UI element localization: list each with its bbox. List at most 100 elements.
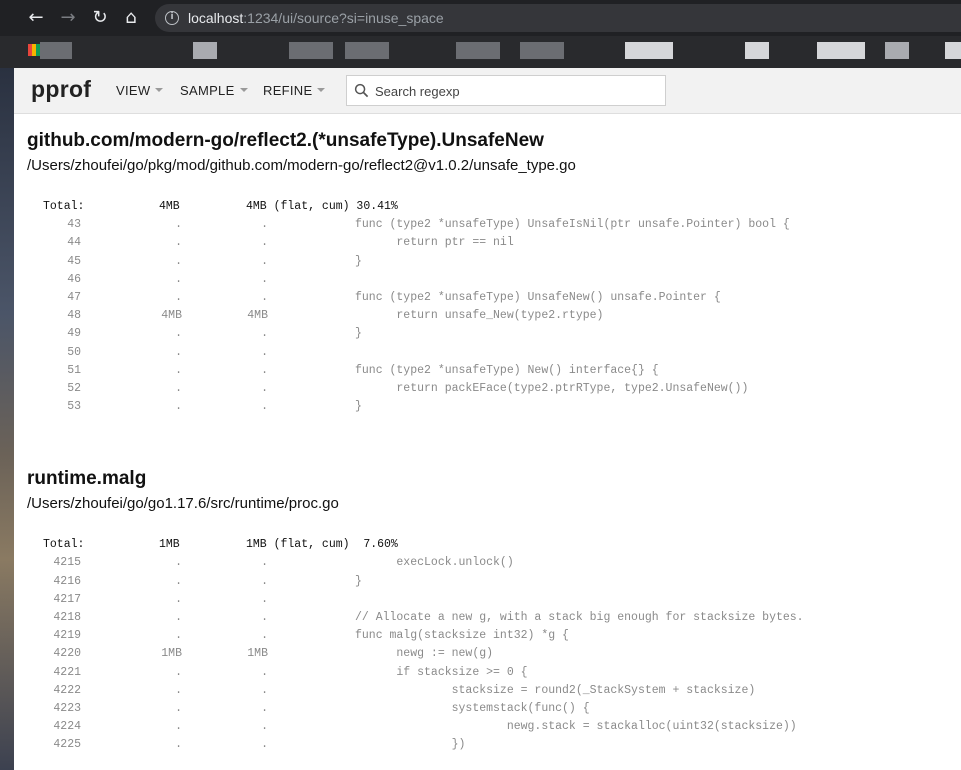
- pprof-logo[interactable]: pprof: [31, 76, 91, 103]
- cum-value: .: [261, 556, 268, 570]
- source-line-row[interactable]: 4216..}: [27, 573, 961, 591]
- source-code: return ptr == nil: [355, 236, 514, 250]
- total-row: Total: 4MB 4MB (flat, cum) 30.41%: [27, 198, 961, 216]
- caret-down-icon: [317, 87, 326, 92]
- pprof-header: pprof VIEW SAMPLE REFINE: [14, 68, 961, 114]
- cum-value: .: [261, 400, 268, 414]
- cum-value: .: [261, 272, 268, 286]
- back-arrow-icon[interactable]: ←: [24, 6, 48, 30]
- home-icon[interactable]: ⌂: [119, 6, 143, 30]
- source-line-row[interactable]: 51.. func (type2 *unsafeType) New() inter…: [27, 362, 961, 380]
- menu-view[interactable]: VIEW: [116, 83, 164, 98]
- cum-value: .: [261, 701, 268, 715]
- source-listing: github.com/modern-go/reflect2.(*unsafeTy…: [27, 114, 961, 755]
- cum-value: .: [261, 218, 268, 232]
- cum-value: .: [261, 327, 268, 341]
- bookmark-item[interactable]: [456, 42, 500, 59]
- source-line-row[interactable]: 4215.. execLock.unlock(): [27, 554, 961, 572]
- source-code: return unsafe_New(type2.rtype): [355, 309, 604, 323]
- bookmark-item[interactable]: [885, 42, 909, 59]
- total-row: Total: 1MB 1MB (flat, cum) 7.60%: [27, 536, 961, 554]
- cum-value: 4MB: [247, 309, 268, 323]
- bookmark-item[interactable]: [817, 42, 865, 59]
- cum-value: .: [261, 290, 268, 304]
- source-line-row[interactable]: 4220 1MB 1MB newg := new(g): [27, 645, 961, 663]
- bookmarks-bar: [0, 36, 961, 68]
- source-line-row[interactable]: 4223.. systemstack(func() {: [27, 700, 961, 718]
- source-code: }): [355, 738, 466, 752]
- source-code: func (type2 *unsafeType) New() interface…: [355, 363, 659, 377]
- bookmark-item[interactable]: [625, 42, 673, 59]
- total-label: Total:: [43, 200, 85, 213]
- menu-sample[interactable]: SAMPLE: [180, 83, 248, 98]
- total-label: Total:: [43, 538, 85, 552]
- cum-value: .: [261, 363, 268, 377]
- bookmark-item[interactable]: [945, 42, 961, 59]
- cum-value: .: [261, 236, 268, 250]
- function-section: runtime.malg /Users/zhoufei/go/go1.17.6/…: [27, 468, 961, 754]
- source-line-row[interactable]: 4225.. }): [27, 736, 961, 754]
- source-line-row[interactable]: 47.. func (type2 *unsafeType) UnsafeNew()…: [27, 289, 961, 307]
- source-line-row[interactable]: 45..}: [27, 253, 961, 271]
- source-file-path: /Users/zhoufei/go/go1.17.6/src/runtime/p…: [27, 495, 339, 513]
- cum-value: .: [261, 381, 268, 395]
- source-file-path: /Users/zhoufei/go/pkg/mod/github.com/mod…: [27, 157, 576, 174]
- function-title: runtime.malg: [27, 468, 147, 490]
- menu-refine[interactable]: REFINE: [263, 83, 326, 98]
- source-table: Total: 1MB 1MB (flat, cum) 7.60% 4215.. exe…: [27, 536, 961, 754]
- reload-icon[interactable]: ↻: [88, 6, 112, 30]
- total-flat: 1MB: [159, 538, 180, 552]
- source-table: Total: 4MB 4MB (flat, cum) 30.41% 43.. func …: [27, 198, 961, 416]
- source-line-row[interactable]: 43.. func (type2 *unsafeType) UnsafeIsNil…: [27, 216, 961, 234]
- cum-value: .: [261, 345, 268, 359]
- source-line-row[interactable]: 4222.. stacksize = round2(_StackSystem +…: [27, 682, 961, 700]
- cum-value: .: [261, 629, 268, 643]
- cum-value: .: [261, 665, 268, 679]
- bookmark-item[interactable]: [745, 42, 769, 59]
- address-bar[interactable]: i localhost:1234/ui/source?si=inuse_spac…: [155, 4, 961, 32]
- source-line-row[interactable]: 4218..// Allocate a new g, with a stack …: [27, 609, 961, 627]
- total-cum: 4MB (flat, cum) 30.41%: [246, 200, 398, 213]
- browser-toolbar: ← → ↻ ⌂ i localhost:1234/ui/source?si=in…: [0, 0, 961, 36]
- cum-value: .: [261, 254, 268, 268]
- search-input[interactable]: [375, 82, 655, 100]
- source-code: // Allocate a new g, with a stack big en…: [355, 611, 804, 624]
- bookmark-item[interactable]: [345, 42, 389, 59]
- desktop-background: [0, 68, 14, 770]
- source-line-row[interactable]: 46..: [27, 271, 961, 289]
- bookmark-item[interactable]: [520, 42, 564, 59]
- function-section: github.com/modern-go/reflect2.(*unsafeTy…: [27, 130, 961, 416]
- caret-down-icon: [239, 87, 248, 92]
- source-line-row[interactable]: 4217..: [27, 591, 961, 609]
- source-code: }: [355, 574, 362, 588]
- source-line-row[interactable]: 4219.. func malg(stacksize int32) *g {: [27, 627, 961, 645]
- site-info-icon[interactable]: i: [165, 11, 179, 25]
- source-line-row[interactable]: 48 4MB 4MB return unsafe_New(type2.rtype): [27, 307, 961, 325]
- source-code: func (type2 *unsafeType) UnsafeNew() uns…: [355, 290, 721, 304]
- total-cum: 1MB (flat, cum) 7.60%: [246, 538, 398, 552]
- menu-sample-label: SAMPLE: [180, 83, 235, 98]
- source-code: if stacksize >= 0 {: [355, 665, 528, 679]
- bookmark-item[interactable]: [193, 42, 217, 59]
- cum-value: .: [261, 574, 268, 588]
- bookmark-item[interactable]: [289, 42, 333, 59]
- menu-view-label: VIEW: [116, 83, 151, 98]
- apps-icon[interactable]: [28, 44, 40, 56]
- forward-arrow-icon[interactable]: →: [56, 6, 80, 30]
- source-line-row[interactable]: 4224.. newg.stack = stackalloc(uint32(st…: [27, 718, 961, 736]
- source-code: }: [355, 400, 362, 414]
- source-code: return packEFace(type2.ptrRType, type2.U…: [355, 381, 749, 395]
- source-code: stacksize = round2(_StackSystem + stacks…: [355, 683, 756, 697]
- source-code: func malg(stacksize int32) *g {: [355, 629, 569, 643]
- search-icon: [354, 83, 369, 98]
- source-line-row[interactable]: 49..}: [27, 325, 961, 343]
- source-line-row[interactable]: 4221.. if stacksize >= 0 {: [27, 664, 961, 682]
- url-text[interactable]: localhost:1234/ui/source?si=inuse_space: [188, 10, 444, 26]
- source-line-row[interactable]: 52.. return packEFace(type2.ptrRType, ty…: [27, 380, 961, 398]
- source-code: newg := new(g): [355, 647, 494, 661]
- source-line-row[interactable]: 44.. return ptr == nil: [27, 234, 961, 252]
- source-line-row[interactable]: 53..}: [27, 398, 961, 416]
- source-line-row[interactable]: 50..: [27, 344, 961, 362]
- search-box[interactable]: [346, 75, 666, 106]
- bookmark-item[interactable]: [40, 42, 72, 59]
